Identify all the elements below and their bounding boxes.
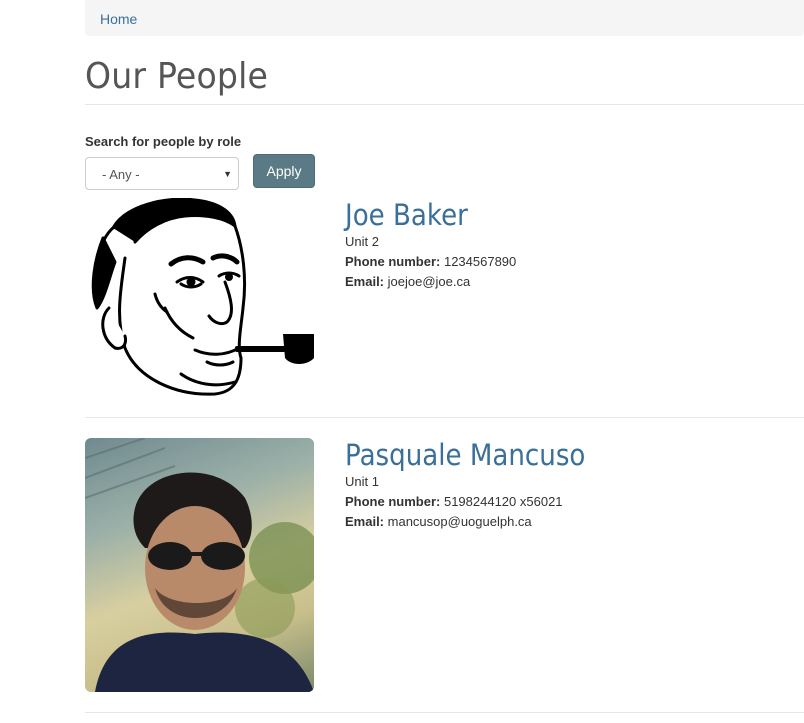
email-label: Email:: [345, 514, 385, 529]
person-info: Pasquale Mancuso Unit 1 Phone number: 51…: [345, 438, 612, 532]
person-name-link[interactable]: Pasquale Mancuso: [345, 438, 585, 472]
person-divider: [85, 712, 804, 713]
person-phone: Phone number: 5198244120 x56021: [345, 492, 612, 512]
person-unit: Unit 2: [345, 234, 379, 249]
phone-value: 1234567890: [443, 254, 517, 269]
role-select-value: - Any -: [102, 167, 140, 182]
phone-label: Phone number:: [345, 494, 441, 509]
title-divider: [85, 104, 804, 105]
role-filter-label: Search for people by role: [85, 134, 242, 149]
person-info: Joe Baker Unit 2 Phone number: 123456789…: [345, 198, 516, 292]
person-divider: [85, 417, 804, 418]
email-value: joejoe@joe.ca: [387, 274, 471, 289]
cartoon-face-icon: [91, 197, 314, 396]
person-photo: [85, 438, 314, 692]
person-photo-image: [85, 438, 314, 692]
phone-value: 5198244120 x56021: [443, 494, 563, 509]
email-label: Email:: [345, 274, 385, 289]
person-email: Email: joejoe@joe.ca: [345, 272, 516, 292]
apply-button[interactable]: Apply: [253, 154, 315, 188]
page-title: Our People: [85, 56, 269, 97]
person-email: Email: mancusop@uoguelph.ca: [345, 512, 612, 532]
person-photo: [85, 197, 314, 398]
person-phone: Phone number: 1234567890: [345, 252, 516, 272]
breadcrumb: Home: [85, 0, 804, 36]
phone-label: Phone number:: [345, 254, 441, 269]
chevron-down-icon: ▼: [223, 169, 232, 179]
role-select[interactable]: - Any - ▼: [85, 157, 239, 190]
breadcrumb-home-link[interactable]: Home: [100, 11, 137, 27]
person-name-link[interactable]: Joe Baker: [345, 198, 499, 232]
person-unit: Unit 1: [345, 474, 379, 489]
email-value: mancusop@uoguelph.ca: [387, 514, 532, 529]
